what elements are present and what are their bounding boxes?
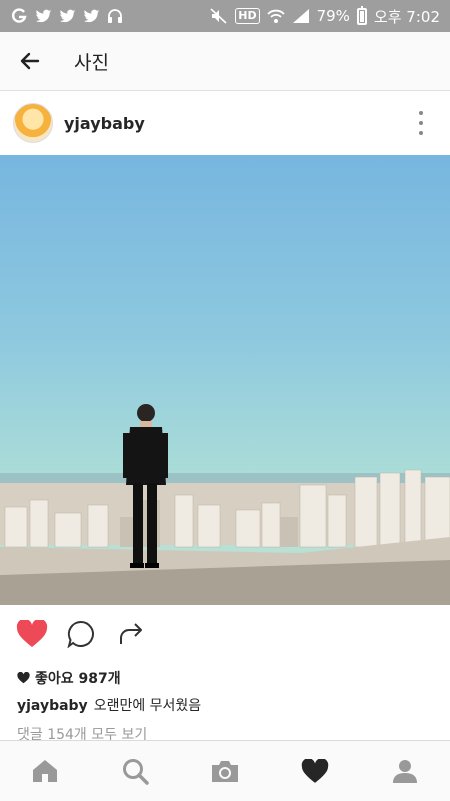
battery-level-fill [359, 11, 364, 22]
post-header: yjaybaby [0, 92, 450, 154]
status-time: 오후 7:02 [373, 7, 440, 26]
twitter-icon [58, 7, 76, 25]
nav-search[interactable] [113, 749, 157, 793]
battery-percent: 79% [316, 7, 350, 25]
heart-small-icon [17, 672, 30, 684]
likes-text: 좋아요 987개 [35, 671, 121, 687]
caption-text: 오랜만에 무서웠음 [93, 698, 202, 714]
more-options-icon[interactable] [416, 111, 426, 135]
nav-camera[interactable] [203, 749, 247, 793]
search-icon [123, 759, 149, 785]
headphones-icon [106, 7, 124, 25]
app-header: 사진 [0, 32, 450, 91]
wifi-icon [266, 7, 285, 25]
comment-icon [67, 620, 94, 648]
back-button[interactable] [10, 41, 50, 81]
mute-icon [210, 7, 228, 25]
share-arrow-icon [120, 623, 142, 644]
twitter-icon [82, 7, 100, 25]
twitter-icon [34, 7, 52, 25]
bottom-nav [0, 740, 450, 801]
share-button[interactable] [113, 616, 149, 652]
comment-button[interactable] [63, 616, 99, 652]
signal-icon [292, 7, 310, 25]
like-button[interactable] [14, 616, 50, 652]
g-icon [10, 7, 28, 25]
caption: yjaybaby 오랜만에 무서웠음 [17, 695, 201, 715]
arrow-left-icon [20, 52, 40, 70]
nav-profile[interactable] [383, 749, 427, 793]
nav-home[interactable] [23, 749, 67, 793]
camera-icon [212, 761, 238, 782]
nav-activity[interactable] [293, 749, 337, 793]
photo-scene [0, 404, 450, 605]
avatar[interactable] [13, 103, 53, 143]
heart-icon [301, 758, 329, 783]
caption-username[interactable]: yjaybaby [17, 698, 88, 714]
post-photo[interactable] [0, 155, 450, 605]
hd-badge: HD [235, 8, 260, 24]
likes-count[interactable]: 좋아요 987개 [17, 668, 121, 688]
home-icon [33, 760, 57, 782]
post-username[interactable]: yjaybaby [64, 114, 145, 133]
battery-icon [356, 5, 367, 25]
post-actions [0, 605, 450, 663]
page-title: 사진 [74, 51, 109, 74]
profile-icon [393, 760, 417, 783]
status-bar: HD 79% 오후 7:02 [0, 0, 450, 32]
heart-filled-icon [16, 620, 48, 647]
